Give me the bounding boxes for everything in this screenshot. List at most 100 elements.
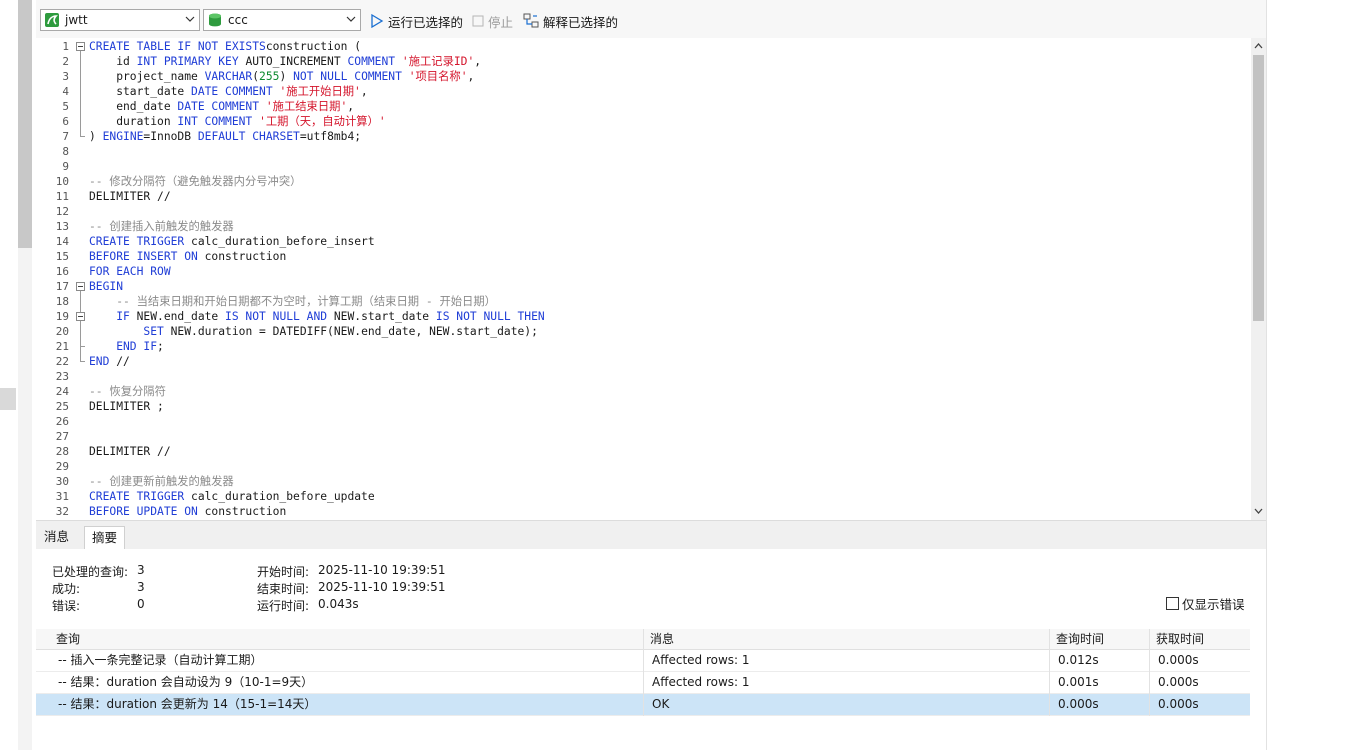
column-header-message[interactable]: 消息 bbox=[650, 629, 674, 650]
code-line[interactable]: end_date DATE COMMENT '施工结束日期', bbox=[89, 99, 354, 114]
line-number: 17 bbox=[55, 280, 69, 293]
code-token: DELIMITER // bbox=[89, 190, 171, 203]
column-header-query[interactable]: 查询 bbox=[56, 629, 80, 650]
line-number: 31 bbox=[55, 490, 69, 503]
code-line[interactable]: DELIMITER ; bbox=[89, 399, 164, 414]
line-number: 25 bbox=[55, 400, 69, 413]
code-line[interactable]: duration INT COMMENT '工期（天，自动计算）' bbox=[89, 114, 385, 129]
code-line[interactable]: ) ENGINE=InnoDB DEFAULT CHARSET=utf8mb4; bbox=[89, 129, 361, 144]
line-number: 4 bbox=[62, 85, 69, 98]
code-line[interactable]: SET NEW.duration = DATEDIFF(NEW.end_date… bbox=[89, 324, 538, 339]
code-token: CREATE TRIGGER bbox=[89, 235, 185, 248]
code-line[interactable]: DELIMITER // bbox=[89, 444, 171, 459]
errors-only-checkbox[interactable]: 仅显示错误 bbox=[1166, 594, 1245, 613]
code-line[interactable]: DELIMITER // bbox=[89, 189, 171, 204]
code-line[interactable]: FOR EACH ROW bbox=[89, 264, 171, 279]
code-token: DATE COMMENT bbox=[191, 85, 273, 98]
code-line[interactable]: -- 创建更新前触发的触发器 bbox=[89, 474, 234, 489]
code-token: =InnoDB bbox=[143, 130, 198, 143]
editor-scroll-thumb[interactable] bbox=[1253, 55, 1264, 321]
stop-icon bbox=[472, 15, 484, 27]
column-divider[interactable] bbox=[1149, 629, 1150, 716]
tab-summary[interactable]: 摘要 bbox=[84, 526, 126, 550]
column-divider[interactable] bbox=[1049, 629, 1050, 716]
connection-select[interactable]: jwtt bbox=[40, 9, 200, 31]
line-number: 20 bbox=[55, 325, 69, 338]
code-line[interactable]: CREATE TRIGGER calc_duration_before_upda… bbox=[89, 489, 375, 504]
fold-guide bbox=[80, 51, 81, 137]
line-number: 2 bbox=[62, 55, 69, 68]
code-line[interactable]: CREATE TABLE IF NOT EXISTSconstruction ( bbox=[89, 39, 361, 54]
cell-message: Affected rows: 1 bbox=[652, 653, 750, 667]
line-number: 32 bbox=[55, 505, 69, 518]
code-line[interactable]: id INT PRIMARY KEY AUTO_INCREMENT COMMEN… bbox=[89, 54, 481, 69]
code-token: IF bbox=[89, 310, 130, 323]
code-token: id bbox=[89, 55, 137, 68]
code-line[interactable]: BEGIN bbox=[89, 279, 123, 294]
end-time-value: 2025-11-10 19:39:51 bbox=[318, 580, 446, 594]
code-line[interactable]: -- 恢复分隔符 bbox=[89, 384, 166, 399]
left-panel-scroll-thumb[interactable] bbox=[18, 0, 32, 248]
scroll-down-icon[interactable] bbox=[1254, 508, 1263, 515]
code-token: BEGIN bbox=[89, 280, 124, 293]
cell-fetch-time: 0.000s bbox=[1158, 675, 1199, 689]
column-divider[interactable] bbox=[643, 629, 644, 716]
column-header-query-time[interactable]: 查询时间 bbox=[1056, 629, 1104, 650]
code-line[interactable]: start_date DATE COMMENT '施工开始日期', bbox=[89, 84, 367, 99]
code-token: IS NOT NULL AND bbox=[225, 310, 328, 323]
run-selected-button[interactable]: 运行已选择的 bbox=[370, 12, 463, 30]
cell-query-time: 0.000s bbox=[1058, 697, 1099, 711]
chevron-down-icon bbox=[185, 16, 195, 22]
fold-toggle-icon[interactable] bbox=[76, 312, 85, 321]
code-token: =utf8mb4; bbox=[299, 130, 362, 143]
code-line[interactable]: -- 创建插入前触发的触发器 bbox=[89, 219, 234, 234]
run-time-label: 运行时间: bbox=[257, 599, 310, 613]
line-number: 12 bbox=[55, 205, 69, 218]
left-panel-splitter[interactable] bbox=[0, 388, 16, 410]
code-token: FOR EACH ROW bbox=[89, 265, 171, 278]
explain-selected-button[interactable]: 解释已选择的 bbox=[523, 12, 618, 30]
cell-query: -- 结果：duration 会更新为 14（15-1=14天） bbox=[58, 697, 317, 711]
line-number: 27 bbox=[55, 430, 69, 443]
line-number: 19 bbox=[55, 310, 69, 323]
code-token: BEFORE INSERT ON bbox=[89, 250, 198, 263]
line-number: 14 bbox=[55, 235, 69, 248]
code-token: ENGINE bbox=[102, 130, 144, 143]
checkbox-box[interactable] bbox=[1166, 597, 1179, 610]
code-token: DELIMITER // bbox=[89, 445, 171, 458]
code-token: NOT NULL COMMENT bbox=[293, 70, 402, 83]
code-token: END IF bbox=[89, 340, 158, 353]
code-token: END bbox=[89, 355, 110, 368]
code-token: INT PRIMARY KEY bbox=[136, 55, 239, 68]
fold-toggle-icon[interactable] bbox=[76, 42, 85, 51]
column-header-fetch-time[interactable]: 获取时间 bbox=[1156, 629, 1204, 650]
end-time-label: 结束时间: bbox=[257, 582, 310, 596]
line-number: 24 bbox=[55, 385, 69, 398]
code-line[interactable]: -- 修改分隔符（避免触发器内分号冲突） bbox=[89, 174, 301, 189]
line-number: 7 bbox=[62, 130, 69, 143]
sql-editor[interactable]: 1 2 3 4 5 6 7 8 9 10 11 12 13 14 15 16 17 18 19 20 21 22 23 24 2… bbox=[36, 38, 1266, 520]
cell-fetch-time: 0.000s bbox=[1158, 697, 1199, 711]
code-line[interactable]: BEFORE INSERT ON construction bbox=[89, 249, 286, 264]
start-time-label: 开始时间: bbox=[257, 565, 310, 579]
code-token: DEFAULT CHARSET bbox=[197, 130, 300, 143]
code-line[interactable]: END // bbox=[89, 354, 130, 369]
tab-messages[interactable]: 消息 bbox=[37, 526, 76, 550]
fold-toggle-icon[interactable] bbox=[76, 282, 85, 291]
code-line[interactable]: CREATE TRIGGER calc_duration_before_inse… bbox=[89, 234, 375, 249]
scroll-up-icon[interactable] bbox=[1254, 42, 1263, 49]
success-value: 3 bbox=[137, 580, 145, 594]
play-icon bbox=[371, 14, 384, 28]
code-token: DELIMITER ; bbox=[89, 400, 164, 413]
code-line[interactable]: END IF; bbox=[89, 339, 164, 354]
code-line[interactable]: project_name VARCHAR(255) NOT NULL COMME… bbox=[89, 69, 474, 84]
code-line[interactable]: BEFORE UPDATE ON construction bbox=[89, 504, 286, 519]
code-line[interactable]: -- 当结束日期和开始日期都不为空时，计算工期（结束日期 - 开始日期） bbox=[89, 294, 496, 309]
left-panel-edge bbox=[0, 0, 18, 750]
code-token: construction bbox=[197, 250, 287, 263]
code-line[interactable]: IF NEW.end_date IS NOT NULL AND NEW.star… bbox=[89, 309, 545, 324]
explain-icon bbox=[523, 13, 539, 28]
stop-button[interactable]: 停止 bbox=[472, 12, 513, 30]
database-select[interactable]: ccc bbox=[203, 9, 361, 31]
